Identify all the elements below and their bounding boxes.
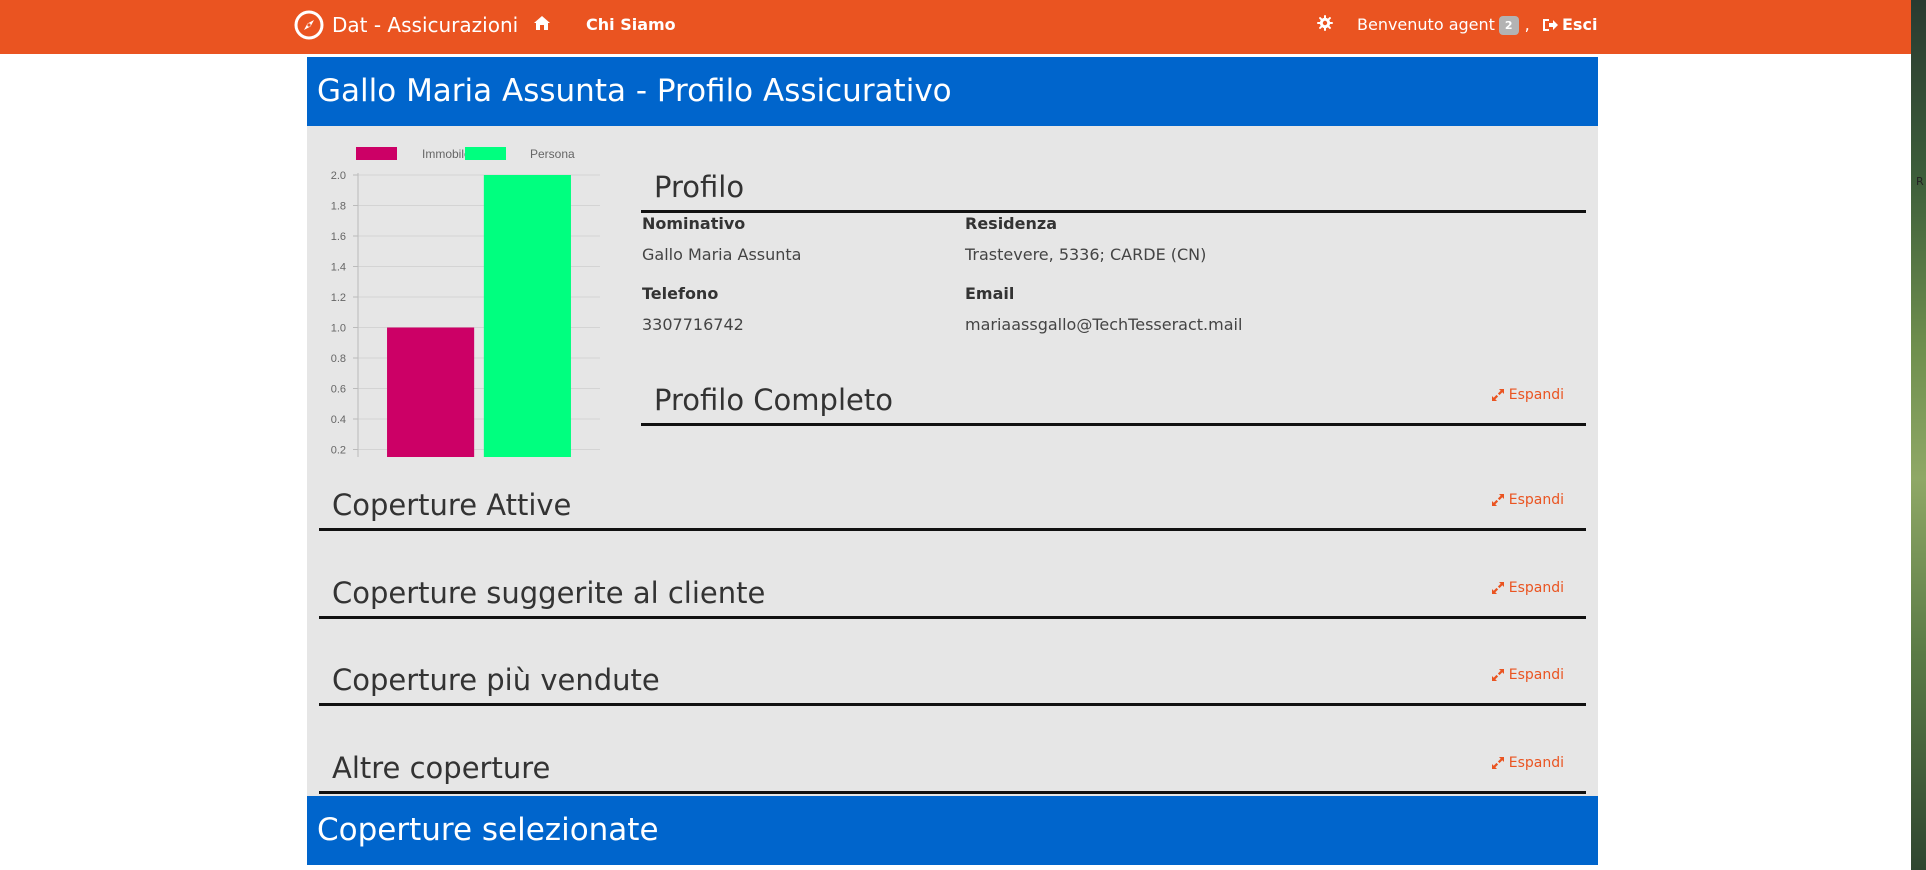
altre-coperture-title: Altre coperture <box>332 751 551 785</box>
telefono-value: 3307716742 <box>642 315 744 334</box>
expand-icon <box>1491 669 1504 681</box>
selected-heading: Coperture selezionate <box>307 796 1598 865</box>
y-tick-label: 1.4 <box>331 262 346 274</box>
y-tick-label: 1.2 <box>331 292 346 304</box>
coperture-attive-section: Coperture Attive Espandi <box>319 467 1586 531</box>
gear-icon[interactable] <box>1317 15 1333 31</box>
agent-badge: 2 <box>1498 15 1519 35</box>
expand-label: Espandi <box>1508 755 1564 771</box>
coperture-suggerite-title: Coperture suggerite al cliente <box>332 576 766 610</box>
nominativo-value: Gallo Maria Assunta <box>642 245 802 264</box>
home-icon[interactable] <box>533 14 551 32</box>
y-tick-label: 0.4 <box>331 414 346 426</box>
chart-legend: Immobile Persona <box>356 147 575 161</box>
email-label: Email <box>965 284 1015 303</box>
telefono-label: Telefono <box>642 284 719 303</box>
page-title: Gallo Maria Assunta - Profilo Assicurati… <box>317 73 952 109</box>
expand-coperture-vendute-button[interactable]: Espandi <box>1491 667 1564 683</box>
profile-container: Gallo Maria Assunta - Profilo Assicurati… <box>307 57 1598 865</box>
sign-out-icon <box>1543 19 1558 31</box>
y-tick-label: 1.0 <box>331 323 346 335</box>
expand-icon <box>1491 582 1504 594</box>
legend-swatch-persona <box>465 147 506 160</box>
top-navbar: Dat - Assicurazioni Chi Siamo Benvenuto … <box>0 0 1911 54</box>
welcome-comma: , <box>1524 15 1530 34</box>
chart-y-axis: 00.20.40.60.81.01.21.41.61.82.0 <box>331 170 358 457</box>
background-image-strip <box>1911 0 1926 870</box>
coperture-vendute-section: Coperture più vendute Espandi <box>319 642 1586 706</box>
compass-logo-icon <box>294 10 324 40</box>
profile-heading: Gallo Maria Assunta - Profilo Assicurati… <box>307 57 1598 126</box>
expand-coperture-suggerite-button[interactable]: Espandi <box>1491 580 1564 596</box>
logout-button[interactable]: Esci <box>1541 14 1597 36</box>
expand-altre-coperture-button[interactable]: Espandi <box>1491 755 1564 771</box>
welcome-text: Benvenuto agent 2 , <box>1357 14 1530 36</box>
expand-label: Espandi <box>1508 667 1564 683</box>
bar-persona <box>483 175 571 457</box>
residenza-value: Trastevere, 5336; CARDE (CN) <box>965 245 1207 264</box>
coperture-attive-title: Coperture Attive <box>332 488 572 522</box>
welcome-label: Benvenuto agent <box>1357 15 1495 34</box>
expand-icon <box>1491 389 1504 401</box>
y-tick-label: 0.2 <box>331 445 346 457</box>
expand-icon <box>1491 757 1504 769</box>
selected-title: Coperture selezionate <box>317 812 659 848</box>
profilo-completo-title: Profilo Completo <box>654 383 893 417</box>
profilo-section: Profilo <box>641 152 1586 213</box>
nominativo-label: Nominativo <box>642 214 746 233</box>
coperture-vendute-title: Coperture più vendute <box>332 663 660 697</box>
legend-swatch-immobile <box>356 147 397 160</box>
y-tick-label: 0.6 <box>331 384 346 396</box>
expand-profilo-completo-button[interactable]: Espandi <box>1491 387 1564 403</box>
expand-coperture-attive-button[interactable]: Espandi <box>1491 492 1564 508</box>
y-tick-label: 2.0 <box>331 170 346 182</box>
profilo-title: Profilo <box>654 170 745 204</box>
logout-label: Esci <box>1562 15 1598 34</box>
coverage-bar-chart: Immobile Persona 00.20.40.60.81.01.21.41… <box>331 147 600 457</box>
expand-icon <box>1491 494 1504 506</box>
legend-label-persona: Persona <box>530 147 575 161</box>
profilo-completo-section: Profilo Completo Espandi <box>641 362 1586 426</box>
email-value: mariaassgallo@TechTesseract.mail <box>965 315 1243 334</box>
expand-label: Espandi <box>1508 492 1564 508</box>
bar-immobile <box>387 327 475 457</box>
nav-chi-siamo[interactable]: Chi Siamo <box>586 14 676 36</box>
y-tick-label: 0.8 <box>331 353 346 365</box>
coperture-suggerite-section: Coperture suggerite al cliente Espandi <box>319 555 1586 619</box>
y-tick-label: 1.6 <box>331 231 346 243</box>
side-letter: R <box>1916 175 1924 188</box>
chart-bars <box>387 175 571 457</box>
brand-link[interactable]: Dat - Assicurazioni <box>294 10 518 40</box>
legend-label-immobile: Immobile <box>422 147 471 161</box>
expand-label: Espandi <box>1508 387 1564 403</box>
expand-label: Espandi <box>1508 580 1564 596</box>
altre-coperture-section: Altre coperture Espandi <box>319 730 1586 794</box>
brand-name: Dat - Assicurazioni <box>332 13 519 37</box>
residenza-label: Residenza <box>965 214 1057 233</box>
y-tick-label: 1.8 <box>331 201 346 213</box>
